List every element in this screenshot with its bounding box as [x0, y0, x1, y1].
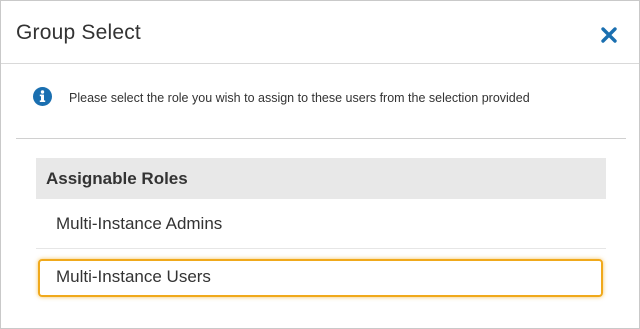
dialog-header: Group Select: [1, 1, 639, 64]
info-message: Please select the role you wish to assig…: [69, 91, 530, 105]
assignable-roles-list: Assignable Roles Multi-Instance Admins M…: [36, 158, 606, 298]
dialog-title: Group Select: [16, 21, 141, 44]
role-item-label: Multi-Instance Admins: [56, 214, 223, 233]
roles-list-header: Assignable Roles: [36, 158, 606, 199]
role-item-multi-instance-admins[interactable]: Multi-Instance Admins: [36, 199, 606, 249]
divider: [16, 138, 626, 139]
info-message-row: Please select the role you wish to assig…: [1, 63, 639, 139]
role-item-multi-instance-users[interactable]: Multi-Instance Users: [36, 249, 606, 298]
close-icon[interactable]: [599, 25, 619, 45]
group-select-dialog: Group Select Please select the role you …: [0, 0, 640, 329]
role-item-label: Multi-Instance Users: [56, 267, 211, 286]
roles-list-header-label: Assignable Roles: [46, 169, 188, 188]
info-icon: [33, 87, 52, 106]
